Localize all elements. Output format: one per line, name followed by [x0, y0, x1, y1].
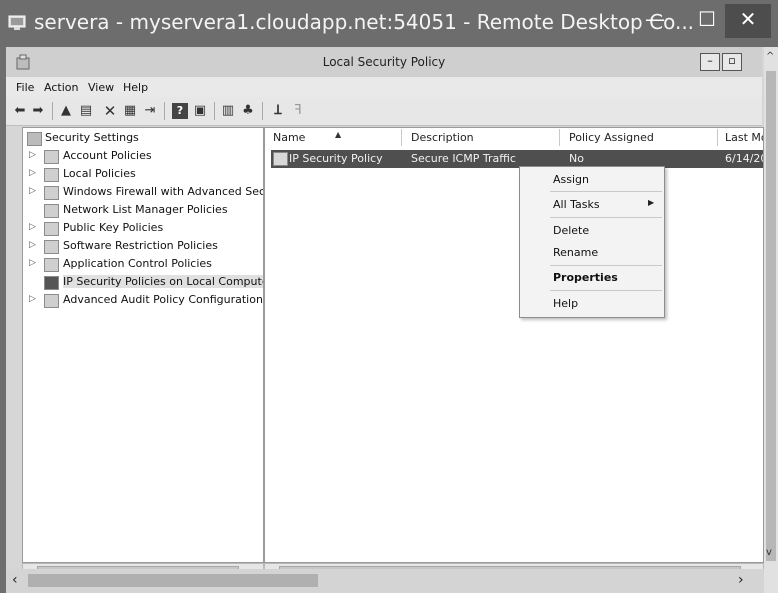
- context-menu-assign[interactable]: Assign: [553, 173, 589, 186]
- app-titlebar: Local Security Policy – ▫: [6, 47, 762, 77]
- ip-policy-icon: [273, 152, 288, 166]
- tree-item-label: Security Settings: [45, 131, 139, 144]
- folder-icon: [44, 204, 59, 218]
- menu-help[interactable]: Help: [123, 81, 148, 94]
- folder-lock-icon: [44, 168, 59, 182]
- menu-separator: [550, 265, 662, 266]
- tree-item-label: Account Policies: [63, 149, 152, 162]
- menu-bar: File Action View Help: [6, 77, 762, 97]
- list-pane[interactable]: Name ▲ Description Policy Assigned Last …: [264, 127, 764, 563]
- tree-item-label: Windows Firewall with Advanced Secu: [63, 185, 264, 198]
- sort-ascending-icon: ▲: [335, 130, 342, 139]
- tree-item-label: Advanced Audit Policy Configuration: [63, 293, 263, 306]
- unassign-policy-icon[interactable]: ꟻ: [290, 103, 306, 119]
- folder-lock-icon: [44, 150, 59, 164]
- rdp-close-button[interactable]: ✕: [725, 4, 771, 38]
- scroll-right-icon[interactable]: ›: [738, 572, 744, 588]
- tree-item-label: Public Key Policies: [63, 221, 164, 234]
- app-window-title: Local Security Policy: [322, 55, 446, 69]
- export-list-icon[interactable]: ⇥: [142, 103, 158, 119]
- menu-action[interactable]: Action: [44, 81, 78, 94]
- tree-item-label: IP Security Policies on Local Compute: [63, 275, 263, 288]
- toolbar: ⬅ ➡ ▲ ▤ ✕ ▦ ⇥ ? ▣ ▥ ♣ Ʇ ꟻ: [6, 97, 762, 126]
- cell-last-modified[interactable]: 6/14/20: [725, 152, 763, 165]
- assign-policy-icon[interactable]: Ʇ: [270, 103, 286, 119]
- expand-arrow-icon[interactable]: ▷: [29, 294, 37, 304]
- context-menu-all-tasks[interactable]: All Tasks: [553, 198, 600, 211]
- menu-separator: [550, 191, 662, 192]
- column-header-description[interactable]: Description: [411, 131, 474, 144]
- create-policy-icon[interactable]: ▥: [220, 103, 236, 119]
- manage-filters-icon[interactable]: ♣: [240, 103, 256, 119]
- context-menu: Assign All Tasks ▶ Delete Rename Propert…: [519, 166, 665, 318]
- properties-icon[interactable]: ▦: [122, 103, 138, 119]
- context-menu-help[interactable]: Help: [553, 297, 578, 310]
- show-hide-tree-icon[interactable]: ▤: [78, 103, 94, 119]
- menu-file[interactable]: File: [16, 81, 34, 94]
- expand-arrow-icon[interactable]: ▷: [29, 168, 37, 178]
- tree-item-label: Software Restriction Policies: [63, 239, 218, 252]
- scroll-left-icon[interactable]: ‹: [12, 572, 18, 588]
- app-minimize-button[interactable]: –: [700, 53, 720, 71]
- security-settings-icon: [27, 132, 42, 146]
- session-vertical-scrollbar[interactable]: ^ v: [764, 47, 778, 593]
- context-menu-rename[interactable]: Rename: [553, 246, 598, 259]
- menu-separator: [550, 217, 662, 218]
- cell-name[interactable]: IP Security Policy: [289, 152, 383, 165]
- column-header-name[interactable]: Name: [273, 131, 305, 144]
- scrollbar-thumb[interactable]: [766, 71, 776, 561]
- forward-arrow-icon[interactable]: ➡: [30, 103, 46, 119]
- rdp-titlebar: servera - myservera1.cloudapp.net:54051 …: [0, 0, 778, 47]
- toolbar-separator: [52, 102, 53, 120]
- folder-icon: [44, 186, 59, 200]
- scrollbar-thumb[interactable]: [28, 574, 318, 587]
- tree-item-label: Local Policies: [63, 167, 136, 180]
- column-divider[interactable]: [401, 129, 402, 146]
- help-icon[interactable]: ?: [172, 103, 188, 119]
- expand-arrow-icon[interactable]: ▷: [29, 186, 37, 196]
- tree-pane[interactable]: Security Settings ▷ Account Policies ▷ L…: [22, 127, 264, 563]
- toolbar-separator: [214, 102, 215, 120]
- expand-arrow-icon[interactable]: ▷: [29, 150, 37, 160]
- app-maximize-button[interactable]: ▫: [722, 53, 742, 71]
- column-divider[interactable]: [559, 129, 560, 146]
- delete-icon[interactable]: ✕: [102, 103, 118, 119]
- context-menu-delete[interactable]: Delete: [553, 224, 589, 237]
- rdp-maximize-button[interactable]: ☐: [684, 4, 730, 38]
- scroll-down-icon[interactable]: v: [766, 547, 772, 558]
- back-arrow-icon[interactable]: ⬅: [12, 103, 28, 119]
- scroll-up-icon[interactable]: ^: [766, 51, 774, 62]
- rdp-minimize-button[interactable]: —: [632, 4, 678, 38]
- context-menu-properties[interactable]: Properties: [553, 271, 618, 284]
- expand-arrow-icon[interactable]: ▷: [29, 240, 37, 250]
- folder-icon: [44, 258, 59, 272]
- session-horizontal-scrollbar[interactable]: ‹ ›: [6, 569, 764, 593]
- cell-description[interactable]: Secure ICMP Traffic: [411, 152, 516, 165]
- submenu-arrow-icon: ▶: [648, 198, 655, 207]
- toolbar-separator: [164, 102, 165, 120]
- folder-icon: [44, 240, 59, 254]
- menu-view[interactable]: View: [88, 81, 114, 94]
- cell-policy-assigned[interactable]: No: [569, 152, 584, 165]
- remote-desktop-icon: [8, 15, 26, 30]
- column-header-policy-assigned[interactable]: Policy Assigned: [569, 131, 654, 144]
- expand-arrow-icon[interactable]: ▷: [29, 222, 37, 232]
- tree-item-label: Application Control Policies: [63, 257, 212, 270]
- remote-session: Local Security Policy – ▫ File Action Vi…: [6, 47, 778, 593]
- folder-icon: [44, 294, 59, 308]
- expand-arrow-icon[interactable]: ▷: [29, 258, 37, 268]
- ip-security-icon: [44, 276, 59, 290]
- rdp-window-title: servera - myservera1.cloudapp.net:54051 …: [34, 10, 695, 34]
- column-header-last-modified[interactable]: Last Mo: [725, 131, 763, 144]
- toolbar-separator: [262, 102, 263, 120]
- up-folder-icon[interactable]: ▲: [58, 103, 74, 119]
- folder-icon: [44, 222, 59, 236]
- column-divider[interactable]: [717, 129, 718, 146]
- tree-item-label: Network List Manager Policies: [63, 203, 228, 216]
- menu-separator: [550, 290, 662, 291]
- show-action-pane-icon[interactable]: ▣: [192, 103, 208, 119]
